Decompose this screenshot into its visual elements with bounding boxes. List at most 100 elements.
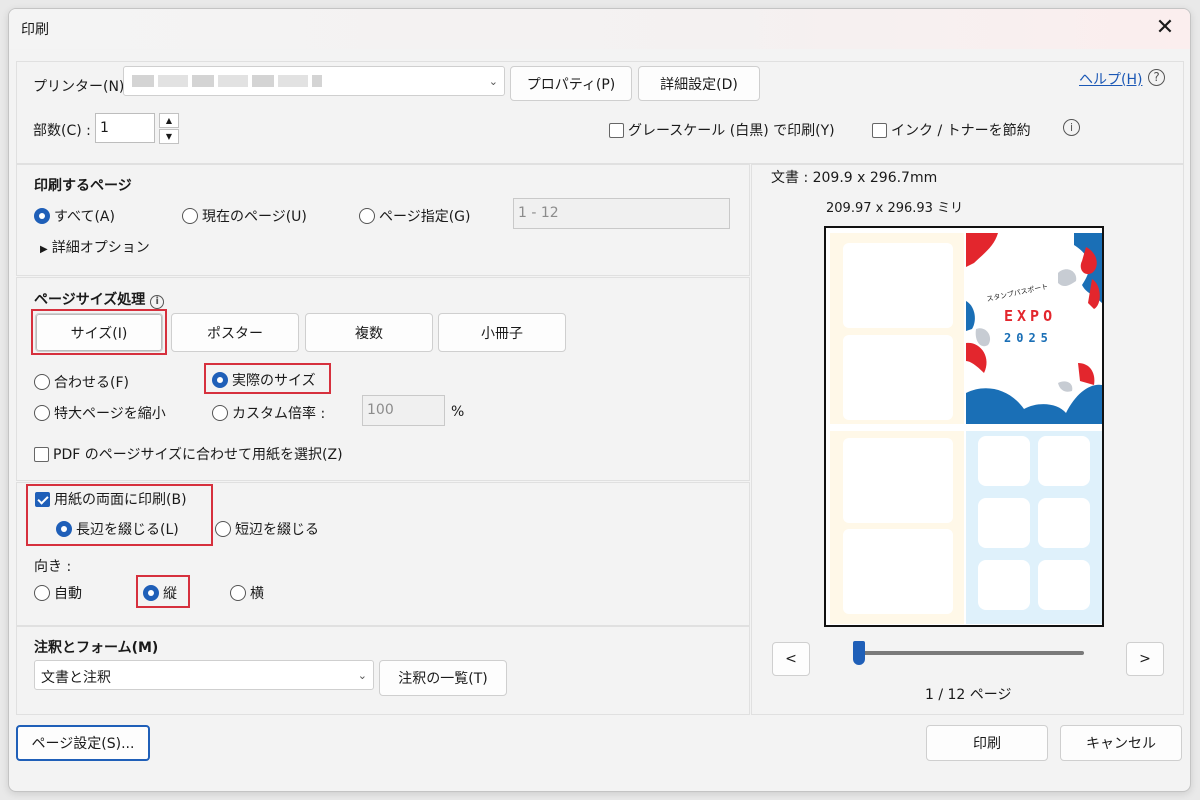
percent-label: %: [451, 404, 465, 420]
pages-current-option[interactable]: 現在のページ(U): [182, 206, 307, 226]
printer-label: プリンター(N) :: [33, 79, 134, 95]
title-bar: 印刷 ✕: [9, 9, 1190, 49]
print-dialog: 印刷 ✕ プリンター(N) : ⌄ プロパティ(P) 詳細設定(D) ヘルプ(H…: [8, 8, 1191, 792]
save-ink-checkbox[interactable]: [872, 123, 887, 138]
grayscale-label: グレースケール (白黒) で印刷(Y): [628, 123, 835, 139]
close-icon[interactable]: ✕: [1150, 13, 1180, 43]
page-slider-track[interactable]: [856, 651, 1084, 655]
pages-range-option[interactable]: ページ指定(G): [359, 206, 471, 226]
dialog-title: 印刷: [21, 22, 49, 38]
tab-poster[interactable]: ポスター: [171, 313, 299, 352]
expo-poster-art: [966, 233, 1102, 424]
page-slider-thumb[interactable]: [853, 641, 865, 665]
short-edge-label: 短辺を綴じる: [235, 522, 319, 538]
pages-current-label: 現在のページ(U): [202, 209, 307, 225]
fit-label: 合わせる(F): [54, 375, 129, 391]
fit-radio[interactable]: [34, 374, 50, 390]
orientation-landscape-radio[interactable]: [230, 585, 246, 601]
orientation-auto-option[interactable]: 自動: [34, 583, 82, 603]
orientation-landscape-label: 横: [250, 586, 264, 602]
copies-up-button[interactable]: ▲: [159, 113, 179, 128]
printer-select[interactable]: ⌄: [123, 66, 505, 96]
actual-size-radio[interactable]: [212, 372, 228, 388]
save-ink-label: インク / トナーを節約: [891, 123, 1031, 139]
shrink-option[interactable]: 特大ページを縮小: [34, 403, 166, 423]
paper-size: 209.97 x 296.93 ミリ: [826, 201, 964, 216]
chevron-down-icon: ⌄: [357, 668, 367, 682]
shrink-label: 特大ページを縮小: [54, 406, 166, 422]
long-edge-radio[interactable]: [56, 521, 72, 537]
prev-page-button[interactable]: <: [772, 642, 810, 676]
pages-all-option[interactable]: すべて(A): [34, 206, 115, 226]
custom-scale-label: カスタム倍率 :: [232, 406, 326, 422]
orientation-label: 向き :: [34, 559, 72, 575]
grayscale-checkbox[interactable]: [609, 123, 624, 138]
comments-summary-button[interactable]: 注釈の一覧(T): [379, 660, 507, 696]
tab-multiple[interactable]: 複数: [305, 313, 433, 352]
info-icon[interactable]: i: [1063, 119, 1080, 136]
preview-stamp-grid: [966, 431, 1102, 624]
orientation-portrait-option[interactable]: 縦: [143, 583, 177, 603]
pages-all-label: すべて(A): [54, 209, 115, 225]
pdf-paper-option[interactable]: PDF のページサイズに合わせて用紙を選択(Z): [34, 444, 343, 464]
copies-input[interactable]: 1: [95, 113, 155, 143]
comments-select-value: 文書と注釈: [41, 670, 111, 686]
tab-booklet[interactable]: 小冊子: [438, 313, 566, 352]
cancel-button[interactable]: キャンセル: [1060, 725, 1182, 761]
save-ink-option[interactable]: インク / トナーを節約: [872, 120, 1031, 140]
short-edge-option[interactable]: 短辺を綴じる: [215, 519, 319, 539]
info-icon[interactable]: i: [150, 295, 165, 309]
short-edge-radio[interactable]: [215, 521, 231, 537]
next-page-button[interactable]: >: [1126, 642, 1164, 676]
duplex-label: 用紙の両面に印刷(B): [54, 492, 187, 508]
more-options-label: 詳細オプション: [51, 240, 150, 256]
properties-button[interactable]: プロパティ(P): [510, 66, 632, 101]
help-icon[interactable]: ?: [1148, 69, 1165, 86]
copies-down-button[interactable]: ▼: [159, 129, 179, 144]
long-edge-option[interactable]: 長辺を綴じる(L): [56, 519, 179, 539]
page-preview: スタンプパスポート EXPO 2025: [824, 226, 1104, 627]
grayscale-option[interactable]: グレースケール (白黒) で印刷(Y): [609, 120, 835, 140]
duplex-checkbox[interactable]: [35, 492, 50, 507]
actual-size-option[interactable]: 実際のサイズ: [212, 370, 316, 390]
pdf-paper-checkbox[interactable]: [34, 447, 49, 462]
pdf-paper-label: PDF のページサイズに合わせて用紙を選択(Z): [53, 447, 343, 463]
expand-triangle-icon: ▶: [40, 244, 48, 255]
pages-current-radio[interactable]: [182, 208, 198, 224]
page-sizing-title: ページサイズ処理 i: [34, 289, 165, 309]
pages-range-radio[interactable]: [359, 208, 375, 224]
tab-size[interactable]: サイズ(I): [35, 313, 163, 352]
document-size: 文書 : 209.9 x 296.7mm: [771, 170, 938, 186]
orientation-portrait-label: 縦: [163, 586, 177, 602]
comments-select[interactable]: 文書と注釈 ⌄: [34, 660, 374, 690]
page-setup-button[interactable]: ページ設定(S)...: [16, 725, 150, 761]
orientation-auto-radio[interactable]: [34, 585, 50, 601]
page-sizing-title-text: ページサイズ処理: [34, 292, 146, 308]
preview-poster: スタンプパスポート EXPO 2025: [966, 233, 1102, 424]
fit-option[interactable]: 合わせる(F): [34, 372, 129, 392]
orientation-portrait-radio[interactable]: [143, 585, 159, 601]
pages-range-label: ページ指定(G): [379, 209, 471, 225]
duplex-option[interactable]: 用紙の両面に印刷(B): [35, 489, 187, 509]
comments-title: 注釈とフォーム(M): [34, 640, 159, 656]
shrink-radio[interactable]: [34, 405, 50, 421]
chevron-down-icon: ⌄: [488, 74, 498, 88]
poster-expo: EXPO: [1004, 307, 1057, 325]
orientation-auto-label: 自動: [54, 586, 82, 602]
pages-all-radio[interactable]: [34, 208, 50, 224]
custom-scale-option[interactable]: カスタム倍率 :: [212, 403, 325, 423]
preview-card-top-left: [830, 233, 964, 424]
advanced-button[interactable]: 詳細設定(D): [638, 66, 760, 101]
actual-size-label: 実際のサイズ: [232, 373, 316, 389]
page-range-input[interactable]: 1 - 12: [513, 198, 730, 229]
poster-year: 2025: [1004, 331, 1053, 345]
custom-scale-input[interactable]: 100: [362, 395, 445, 426]
page-indicator: 1 / 12 ページ: [925, 687, 1012, 703]
orientation-landscape-option[interactable]: 横: [230, 583, 264, 603]
more-options-toggle[interactable]: ▶ 詳細オプション: [40, 237, 150, 257]
pages-section-title: 印刷するページ: [34, 178, 132, 194]
help-link[interactable]: ヘルプ(H): [1079, 69, 1142, 89]
print-button[interactable]: 印刷: [926, 725, 1048, 761]
custom-scale-radio[interactable]: [212, 405, 228, 421]
long-edge-label: 長辺を綴じる(L): [76, 522, 179, 538]
